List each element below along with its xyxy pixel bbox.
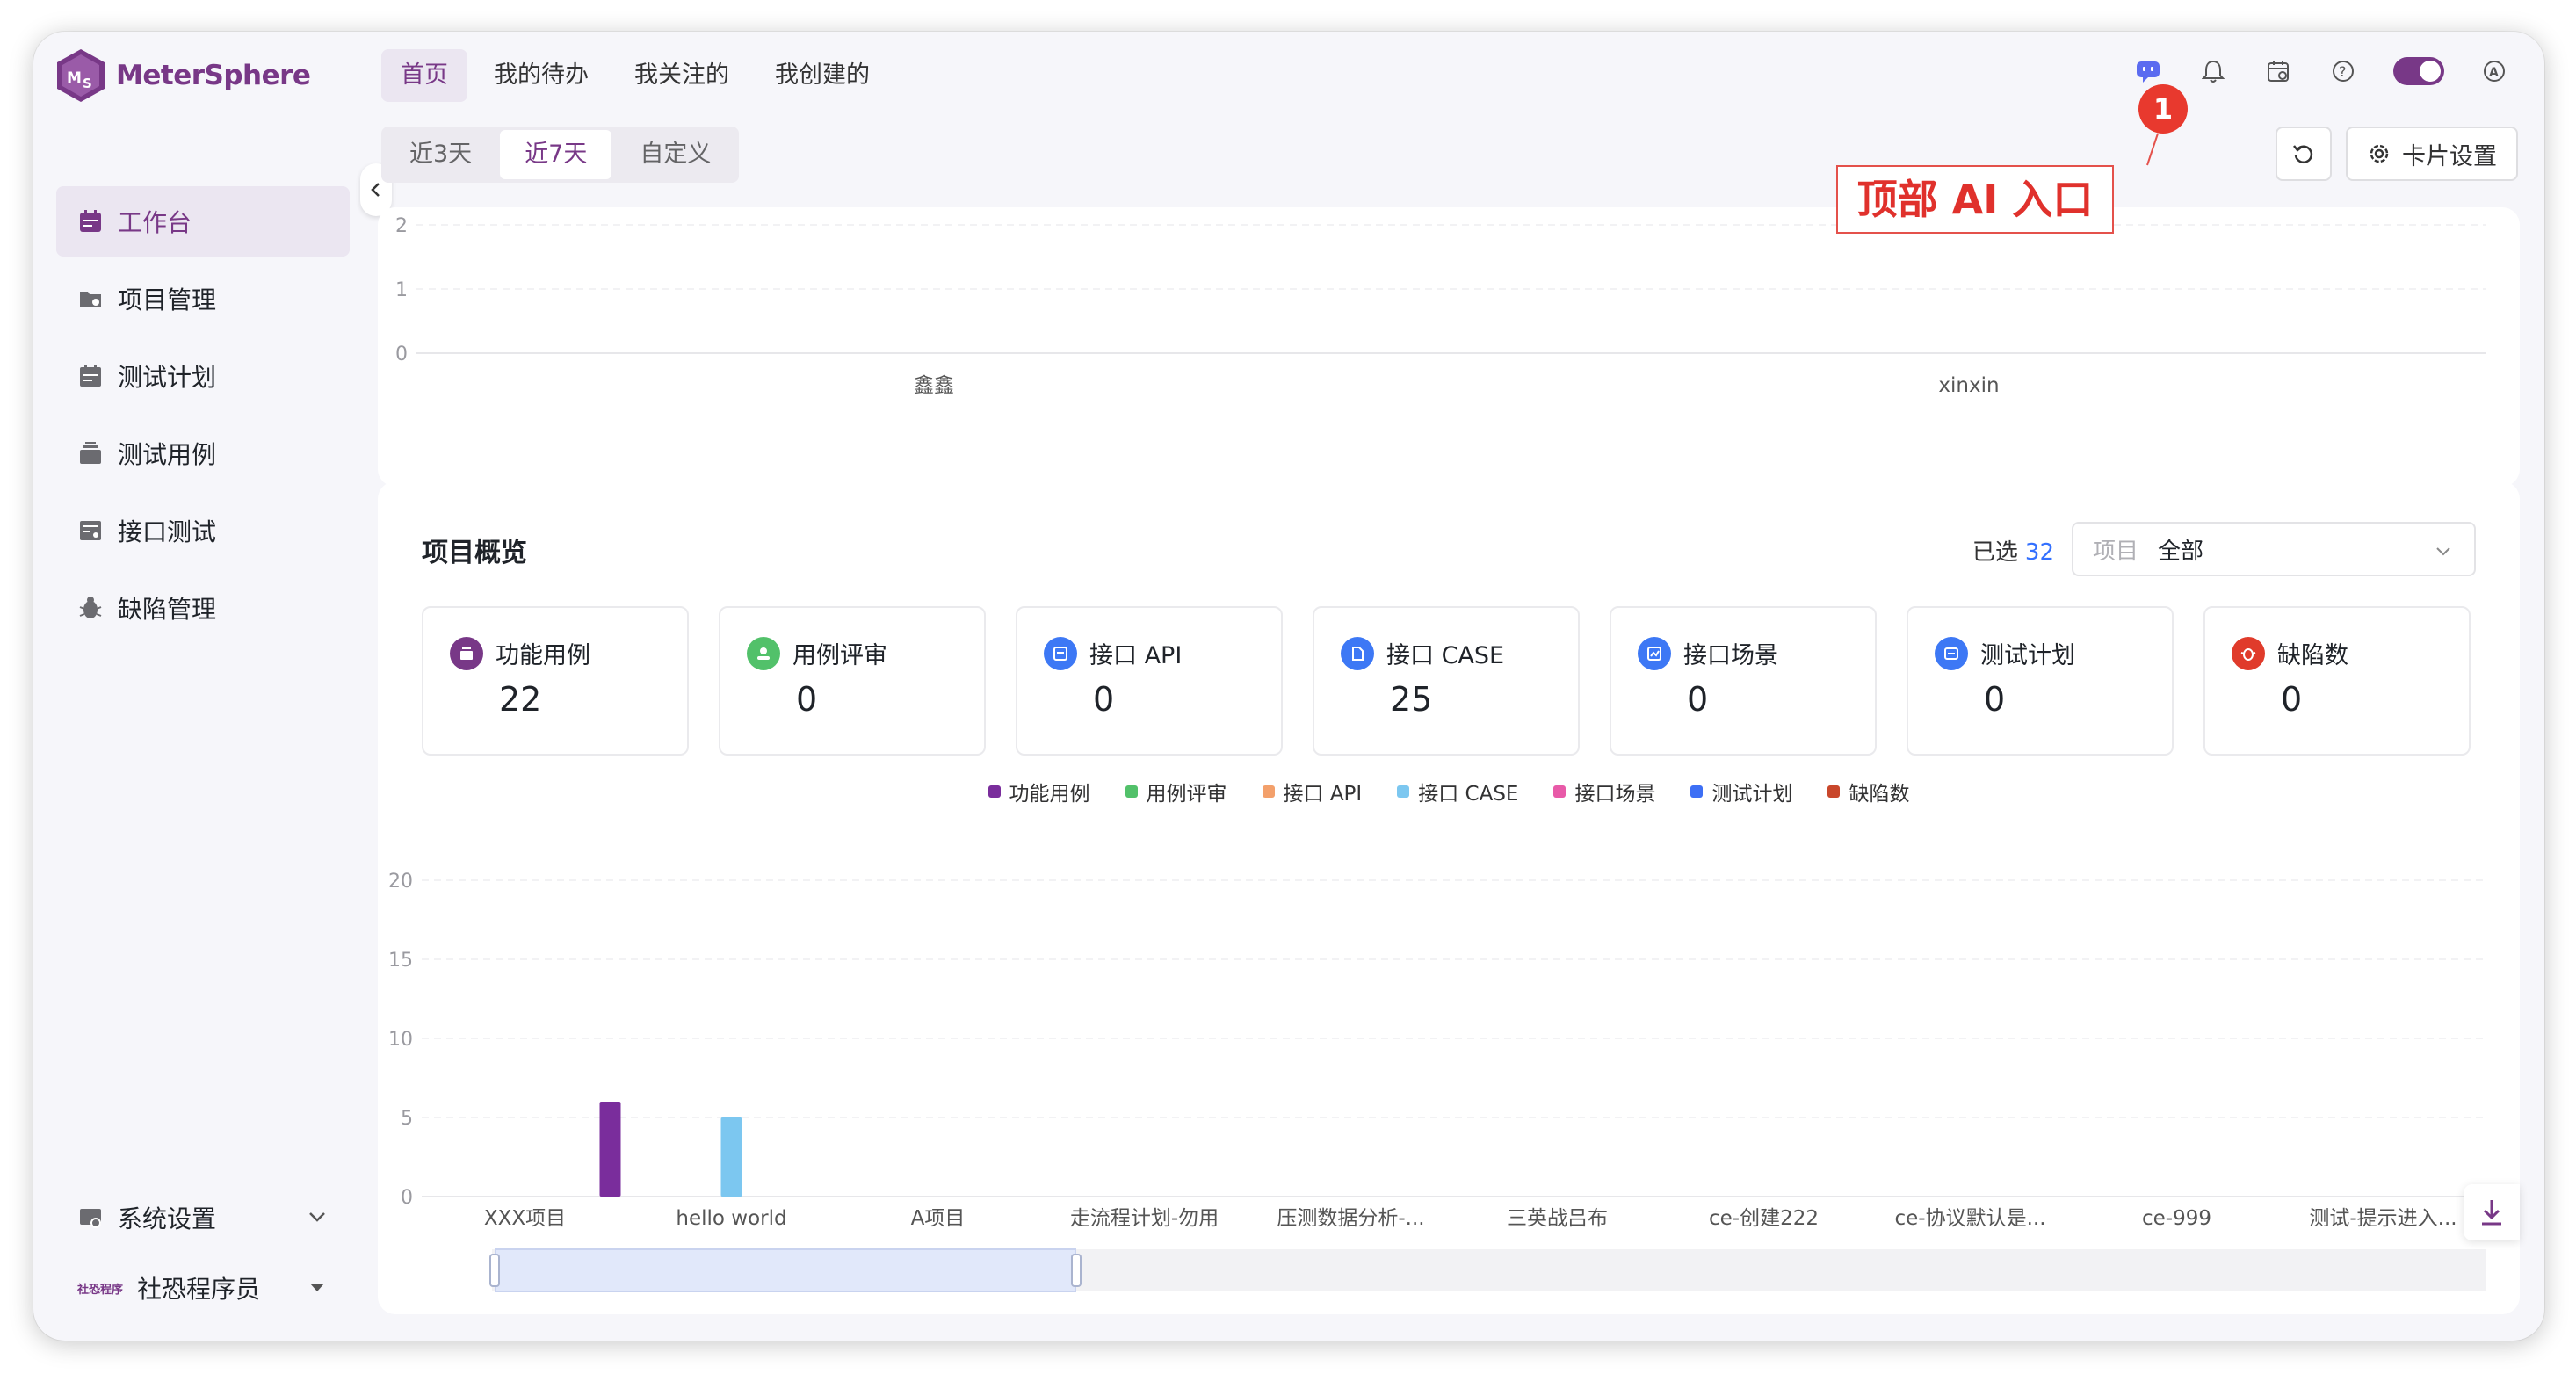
project-overview-card: 项目概览 已选 32 项目 全部 功能用例 22 用例评审 0 接口 API 0 … (378, 481, 2520, 1314)
bar[interactable] (599, 1102, 621, 1197)
sidebar-item-project[interactable]: 项目管理 (56, 264, 350, 334)
zoom-handle-left[interactable] (489, 1254, 500, 1287)
x-tick-label: hello world (676, 1207, 786, 1230)
x-tick-label: xinxin (1938, 374, 1999, 397)
sidebar-item-label: 系统设置 (118, 1204, 217, 1233)
download-button[interactable] (2464, 1184, 2520, 1240)
sidebar-item-label: 接口测试 (118, 517, 217, 546)
x-tick-label: ce-创建222 (1709, 1207, 1819, 1230)
y-tick-label: 1 (395, 279, 408, 301)
x-tick-label: ce-协议默认是... (1894, 1207, 2045, 1230)
sidebar-item-api-test[interactable]: 接口测试 (56, 495, 350, 566)
y-tick-label: 15 (388, 950, 413, 972)
user-name: 社恐程序员 (137, 1275, 261, 1304)
sidebar: 工作台 项目管理 测试计划 测试用例 接口测试 缺陷管理 系统设置 社恐程序 社… (33, 137, 367, 1341)
sidebar-item-system-settings[interactable]: 系统设置 (56, 1182, 350, 1253)
sidebar-item-label: 缺陷管理 (118, 595, 217, 624)
x-tick-label: 走流程计划-勿用 (1070, 1207, 1219, 1230)
x-tick-label: 三英战吕布 (1507, 1207, 1608, 1230)
sidebar-item-test-plan[interactable]: 测试计划 (56, 341, 350, 411)
sidebar-item-test-case[interactable]: 测试用例 (56, 418, 350, 488)
app-window: M S MeterSphere 首页 我的待办 我关注的 我创建的 ? A 工作… (33, 32, 2544, 1341)
caret-down-icon (310, 1284, 324, 1291)
download-icon (2482, 1200, 2501, 1226)
x-tick-label: XXX项目 (484, 1207, 566, 1230)
settings-icon (80, 1209, 101, 1228)
y-tick-label: 10 (388, 1029, 413, 1051)
user-menu[interactable]: 社恐程序 社恐程序员 (56, 1253, 350, 1323)
y-tick-label: 0 (395, 344, 408, 365)
zoom-slider-window[interactable] (495, 1248, 1076, 1292)
x-tick-label: ce-999 (2142, 1207, 2211, 1230)
annotation-leader-line (2146, 133, 2159, 166)
annotation-marker: 1 (2138, 84, 2188, 134)
y-tick-label: 5 (401, 1108, 413, 1130)
sidebar-item-bug[interactable]: 缺陷管理 (56, 573, 350, 643)
bug-icon (79, 597, 102, 618)
y-tick-label: 0 (401, 1187, 413, 1209)
project-icon (80, 292, 101, 307)
user-tag: 社恐程序 (77, 1283, 124, 1297)
plan-icon (80, 365, 101, 387)
project-overview-chart: 20 15 10 5 0 XXX项目 hello world A项目 走流程计划-勿用 压测数据分… (388, 871, 2486, 1292)
y-tick-label: 20 (388, 871, 413, 893)
x-tick-label: 鑫鑫 (914, 374, 954, 397)
x-tick-label: 测试-提示进入... (2309, 1207, 2457, 1230)
sidebar-item-label: 测试用例 (118, 440, 217, 469)
zoom-handle-right[interactable] (1071, 1254, 1082, 1287)
x-tick-label: A项目 (911, 1207, 966, 1230)
x-tick-label: 压测数据分析-... (1277, 1207, 1424, 1230)
sidebar-item-label: 项目管理 (118, 286, 217, 315)
sidebar-item-label: 测试计划 (118, 363, 217, 392)
case-icon (80, 442, 101, 464)
bar[interactable] (720, 1117, 742, 1197)
chevron-down-icon (309, 1212, 325, 1222)
annotation-label: 顶部 AI 入口 (1836, 165, 2114, 234)
api-icon (80, 521, 101, 540)
